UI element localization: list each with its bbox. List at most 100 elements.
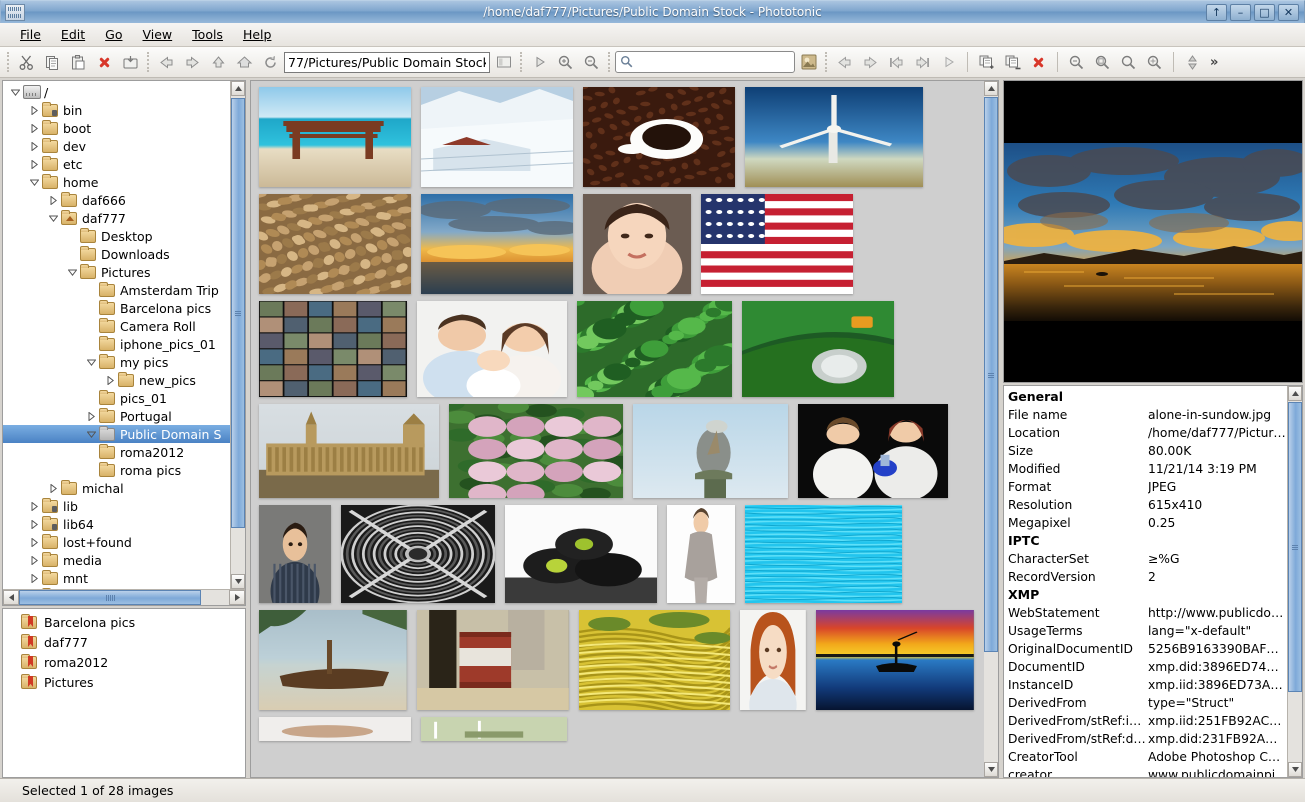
metadata-row[interactable]: CharacterSet ≥%G [1008, 550, 1287, 568]
tree-item-pics-01[interactable]: pics_01 [3, 389, 230, 407]
chevron-right-icon[interactable] [26, 537, 42, 547]
tree-scroll-down-button[interactable] [231, 574, 245, 589]
tree-item-etc[interactable]: etc [3, 155, 230, 173]
chevron-right-icon[interactable] [102, 375, 118, 385]
zoom-out-icon[interactable] [579, 50, 604, 75]
tree-item-bin[interactable]: bin [3, 101, 230, 119]
next-image-icon[interactable] [858, 50, 883, 75]
chevron-right-icon[interactable] [26, 573, 42, 583]
metadata-list[interactable]: General File name alone-in-sundow.jpg Locat… [1004, 386, 1287, 777]
metadata-row[interactable]: WebStatement http://www.publicdo… [1008, 604, 1287, 622]
delete-image-icon[interactable] [1026, 50, 1051, 75]
back-icon[interactable] [154, 50, 179, 75]
tree-item-downloads[interactable]: Downloads [3, 245, 230, 263]
thumbnail-vertical-scrollbar[interactable] [984, 80, 999, 778]
zoom-fit-icon[interactable] [1090, 50, 1115, 75]
thumbnail-pink-hydrangea[interactable] [449, 404, 623, 498]
thumbnail-bottom-partial-1[interactable] [259, 717, 411, 741]
tree-item-home[interactable]: home [3, 173, 230, 191]
chevron-down-icon[interactable] [45, 215, 61, 222]
bookmark-item[interactable]: roma2012 [3, 652, 245, 672]
tree-scroll-up-button[interactable] [231, 81, 245, 96]
tree-horizontal-scrollbar[interactable] [3, 589, 245, 605]
last-image-icon[interactable] [910, 50, 935, 75]
tree-scroll-track[interactable] [231, 96, 245, 574]
path-input[interactable] [284, 51, 490, 73]
thumbnail-pelican-bird[interactable] [633, 404, 788, 498]
bookmarks-panel[interactable]: Barcelona pics daf777 roma2012 Pictures [2, 608, 246, 778]
chevron-down-icon[interactable] [64, 269, 80, 276]
chevron-right-icon[interactable] [26, 519, 42, 529]
metadata-row[interactable]: DerivedFrom type="Struct" [1008, 694, 1287, 712]
thumbnail-green-car-headlight[interactable] [742, 301, 894, 397]
close-button[interactable]: ✕ [1278, 3, 1299, 21]
thumbnail-bottom-partial-2[interactable] [421, 717, 567, 741]
search-input[interactable] [615, 51, 795, 73]
thumbnail-scientists-lab[interactable] [798, 404, 948, 498]
tree-item-roma2012[interactable]: roma2012 [3, 443, 230, 461]
go-home-icon[interactable] [232, 50, 257, 75]
metadata-row[interactable]: Modified 11/21/14 3:19 PM [1008, 460, 1287, 478]
menu-help[interactable]: Help [233, 25, 282, 44]
metadata-row[interactable]: creator www.publicdomainpi… [1008, 766, 1287, 777]
tree-hscroll-track[interactable] [19, 590, 229, 605]
chevron-right-icon[interactable] [26, 159, 42, 169]
chevron-right-icon[interactable] [45, 483, 61, 493]
metadata-row[interactable]: UsageTerms lang="x-default" [1008, 622, 1287, 640]
move-to-folder-icon[interactable] [1000, 50, 1025, 75]
meta-scroll-down-button[interactable] [1288, 762, 1302, 777]
tree-item-daf666[interactable]: daf666 [3, 191, 230, 209]
tree-item-lost-found[interactable]: lost+found [3, 533, 230, 551]
chevron-down-icon[interactable] [7, 89, 23, 96]
tree-item-roma-pics[interactable]: roma pics [3, 461, 230, 479]
menu-tools[interactable]: Tools [182, 25, 233, 44]
chevron-right-icon[interactable] [26, 123, 42, 133]
metadata-row[interactable]: DerivedFrom/stRef:i… xmp.iid:251FB92AC… [1008, 712, 1287, 730]
thumbnail-rusty-barrel[interactable] [416, 610, 569, 710]
cut-icon[interactable] [14, 50, 39, 75]
play-slideshow-icon[interactable] [936, 50, 961, 75]
tree-item-dev[interactable]: dev [3, 137, 230, 155]
tree-scroll-left-button[interactable] [3, 590, 19, 605]
delete-icon[interactable] [92, 50, 117, 75]
thumbs-scroll-track[interactable] [984, 96, 998, 762]
chevron-right-icon[interactable] [26, 141, 42, 151]
thumbnail-fisherman-sunset[interactable] [816, 610, 975, 710]
metadata-row[interactable]: File name alone-in-sundow.jpg [1008, 406, 1287, 424]
thumbnail-woman-portrait[interactable] [583, 194, 691, 294]
forward-icon[interactable] [180, 50, 205, 75]
color-manage-icon[interactable] [1180, 50, 1205, 75]
menu-go[interactable]: Go [95, 25, 132, 44]
tree-item-boot[interactable]: boot [3, 119, 230, 137]
tree-item-michal[interactable]: michal [3, 479, 230, 497]
first-image-icon[interactable] [884, 50, 909, 75]
thumbnail-coffee-beans-dark[interactable] [583, 87, 735, 187]
thumbnail-family-baby[interactable] [417, 301, 567, 397]
thumbnail-sunset-lake[interactable] [421, 194, 573, 294]
thumbnail-wind-turbine[interactable] [745, 87, 923, 187]
metadata-row[interactable]: Location/home/daf777/Pictur… [1008, 424, 1287, 442]
bookmark-item[interactable]: daf777 [3, 632, 245, 652]
metadata-row[interactable]: Size 80.00K [1008, 442, 1287, 460]
tree-item-mnt[interactable]: mnt [3, 569, 230, 587]
thumbnail-green-leaves[interactable] [577, 301, 732, 397]
image-edit-icon[interactable] [796, 50, 821, 75]
tree-item-public-domain-s[interactable]: Public Domain S [3, 425, 230, 443]
chevron-right-icon[interactable] [26, 555, 42, 565]
maximize-button[interactable]: □ [1254, 3, 1275, 21]
thumbnail-man-shrugging[interactable] [259, 505, 331, 603]
tree-item-desktop[interactable]: Desktop [3, 227, 230, 245]
image-preview-panel[interactable] [1003, 80, 1303, 383]
metadata-row[interactable]: OriginalDocumentID 5256B9163390BAF… [1008, 640, 1287, 658]
toggle-sidebar-icon[interactable] [491, 50, 516, 75]
thumbnail-american-flag[interactable] [701, 194, 853, 294]
metadata-row[interactable]: Format JPEG [1008, 478, 1287, 496]
chevron-right-icon[interactable] [26, 501, 42, 511]
thumbnail-grid[interactable] [250, 80, 984, 778]
tree-hscroll-thumb[interactable] [19, 590, 201, 605]
metadata-row[interactable]: DocumentID xmp.did:3896ED74… [1008, 658, 1287, 676]
zoom-original-icon[interactable] [1116, 50, 1141, 75]
chevron-down-icon[interactable] [83, 359, 99, 366]
thumbs-scroll-thumb[interactable] [984, 97, 998, 652]
metadata-row[interactable]: CreatorTool Adobe Photoshop C… [1008, 748, 1287, 766]
